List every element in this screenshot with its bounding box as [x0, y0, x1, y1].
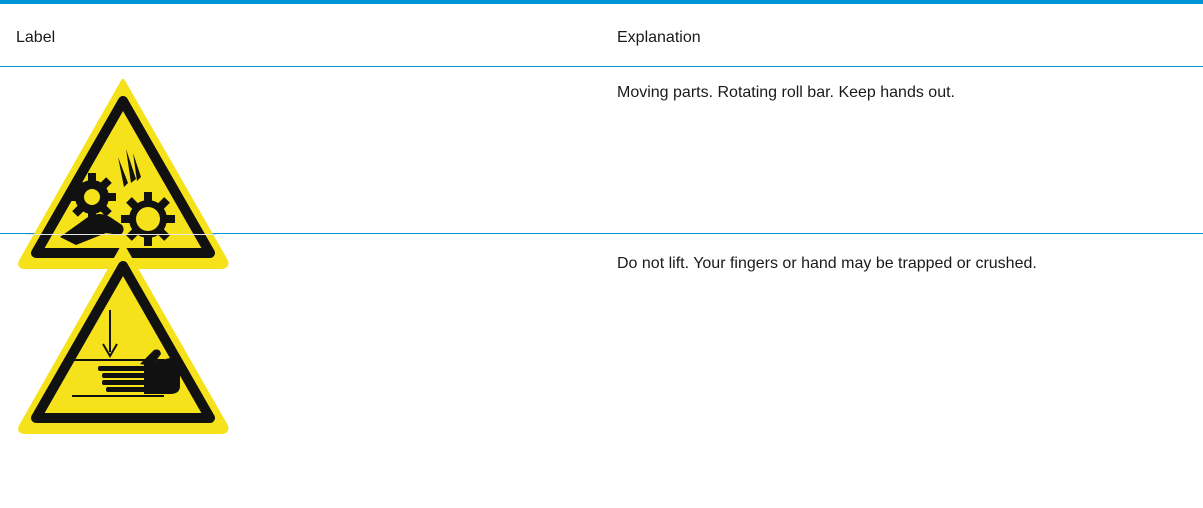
label-cell	[0, 67, 600, 269]
table-header: Label Explanation	[0, 4, 1203, 67]
table-row: Do not lift. Your fingers or hand may be…	[0, 234, 1203, 508]
label-cell	[0, 234, 600, 508]
hand-crush-warning-icon	[18, 244, 229, 434]
image-top-edge	[26, 234, 216, 235]
explanation-text: Do not lift. Your fingers or hand may be…	[617, 255, 1037, 272]
table-row: Moving parts. Rotating roll bar. Keep ha…	[0, 67, 1203, 269]
explanation-column-header: Explanation	[617, 29, 701, 46]
explanation-text: Moving parts. Rotating roll bar. Keep ha…	[617, 84, 955, 101]
label-column-header: Label	[16, 29, 56, 46]
